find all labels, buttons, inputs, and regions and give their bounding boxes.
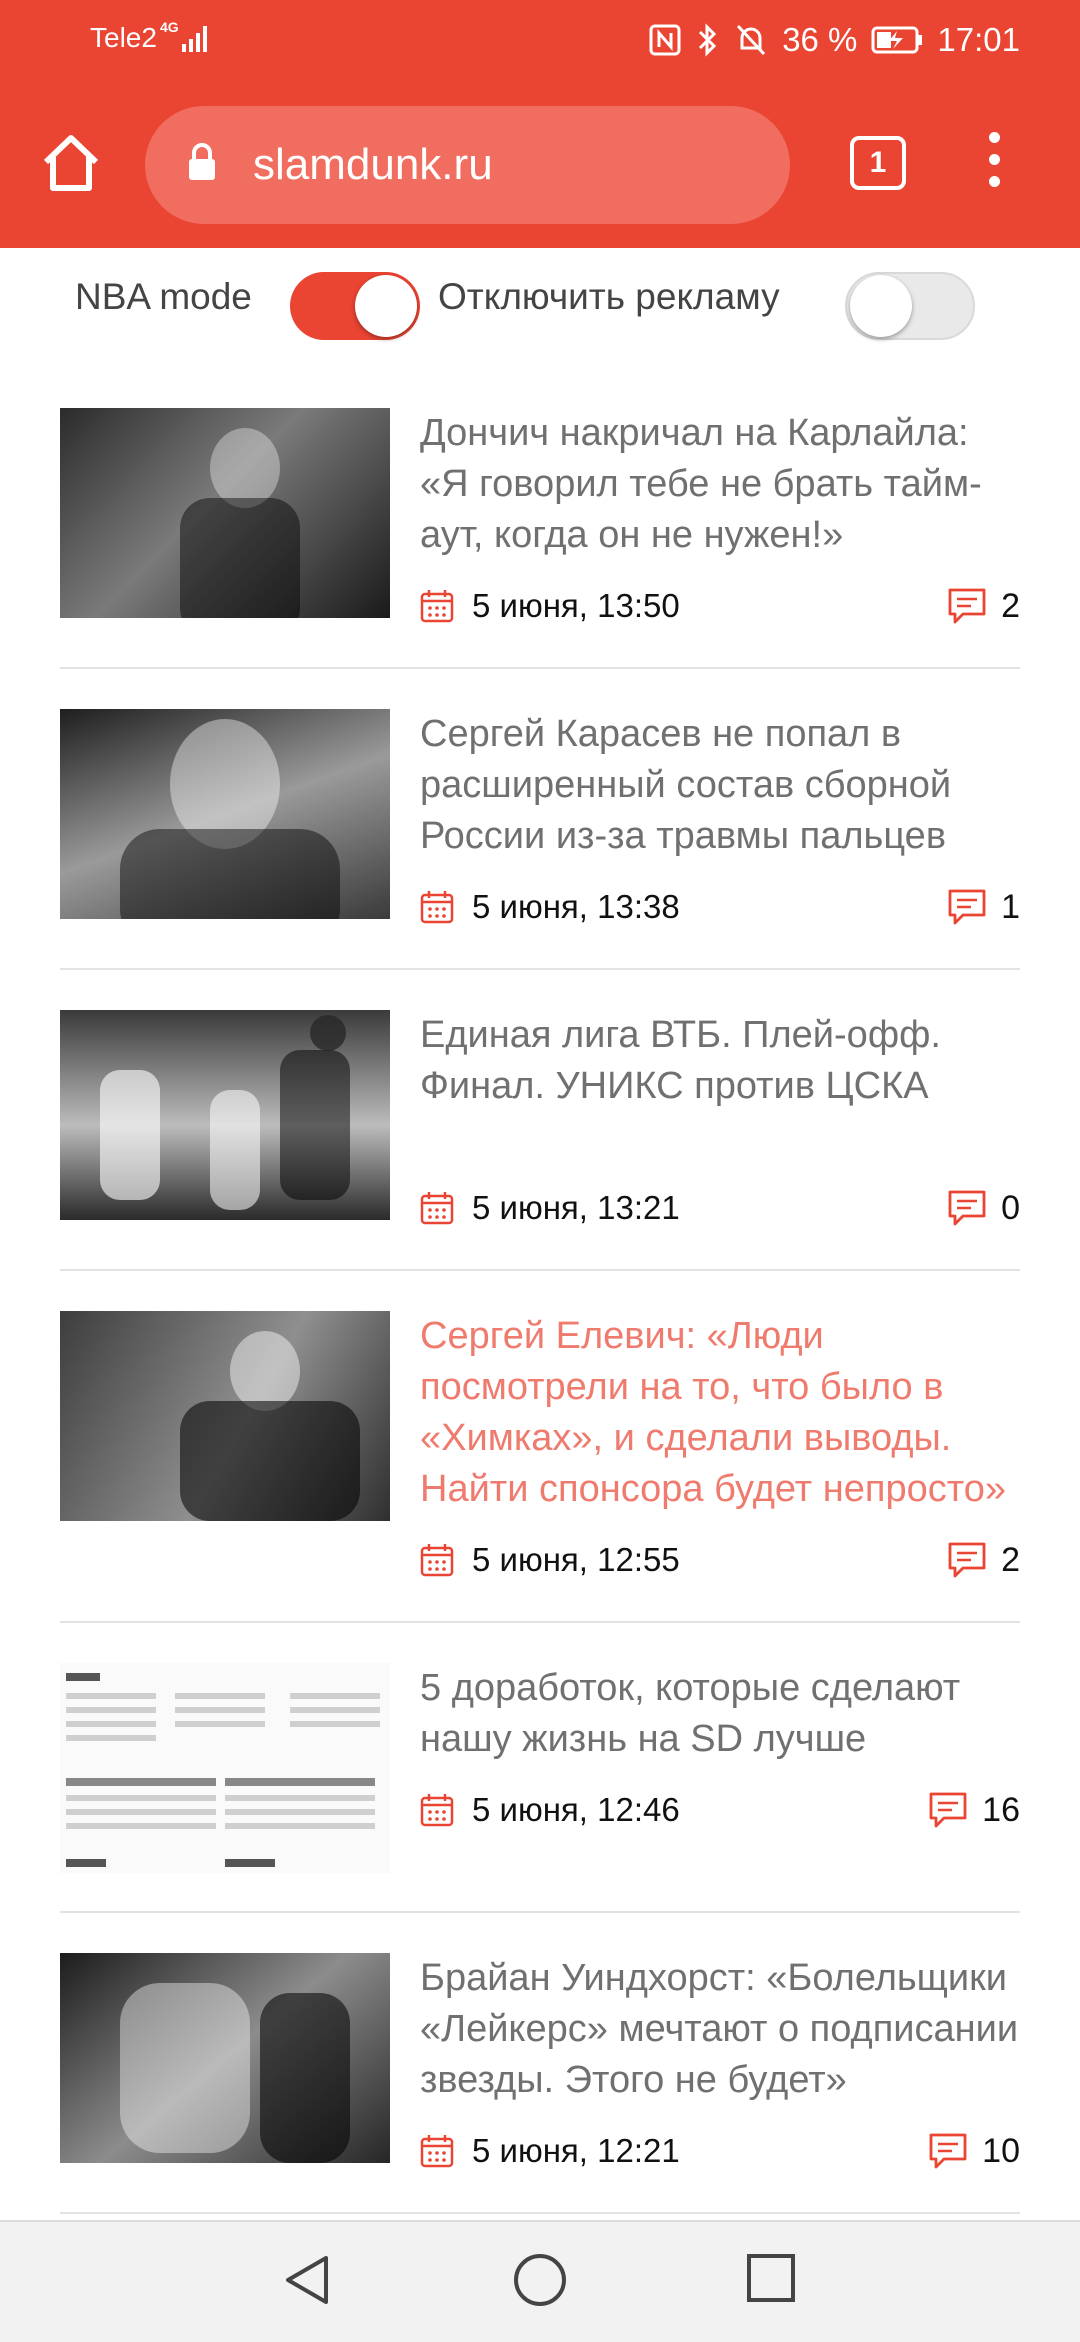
recents-icon[interactable] xyxy=(745,2252,797,2304)
comment-icon xyxy=(948,889,986,925)
battery-percent: 36 % xyxy=(782,21,858,58)
news-thumbnail[interactable] xyxy=(60,408,390,618)
news-thumbnail[interactable] xyxy=(60,1010,390,1220)
system-nav-bar xyxy=(0,2220,1080,2342)
network-type: 4G xyxy=(160,19,179,35)
news-date: 5 июня, 12:46 xyxy=(472,1791,680,1828)
url-bar[interactable]: slamdunk.ru xyxy=(145,106,790,224)
comment-icon xyxy=(948,1542,986,1578)
more-vert-icon[interactable] xyxy=(980,132,1008,202)
calendar-icon xyxy=(420,1794,454,1827)
status-bar: Tele2 4G 36 % 17:01 xyxy=(0,0,1080,80)
comments-link[interactable]: 10 xyxy=(928,2132,1020,2171)
news-thumbnail[interactable] xyxy=(60,1663,390,1873)
news-headline[interactable]: Брайан Уиндхорст: «Болельщики «Лейкерс» … xyxy=(420,1953,1020,2106)
comment-count: 2 xyxy=(1001,586,1020,625)
comment-icon xyxy=(948,588,986,624)
comment-icon xyxy=(948,1190,986,1226)
carrier-name: Tele2 xyxy=(90,22,157,53)
calendar-icon xyxy=(420,2135,454,2168)
battery-charging-icon xyxy=(871,26,923,54)
signal-icon xyxy=(182,26,207,52)
calendar-icon xyxy=(420,1544,454,1577)
news-thumbnail[interactable] xyxy=(60,1953,390,2163)
mute-icon xyxy=(737,24,766,56)
nfc-icon xyxy=(649,24,681,56)
news-item[interactable]: Сергей Карасев не попал в расширенный со… xyxy=(60,669,1020,970)
calendar-icon xyxy=(420,1192,454,1225)
comment-icon xyxy=(929,1792,967,1828)
news-item[interactable]: Дончич накричал на Карлайла: «Я говорил … xyxy=(60,368,1020,669)
news-date: 5 июня, 13:21 xyxy=(472,1189,680,1226)
news-thumbnail[interactable] xyxy=(60,709,390,919)
news-list: Дончич накричал на Карлайла: «Я говорил … xyxy=(60,368,1020,2214)
calendar-icon xyxy=(420,590,454,623)
news-headline[interactable]: Дончич накричал на Карлайла: «Я говорил … xyxy=(420,408,1020,561)
comment-count: 2 xyxy=(1001,1540,1020,1579)
news-item[interactable]: Сергей Елевич: «Люди посмотрели на то, ч… xyxy=(60,1271,1020,1623)
comments-link[interactable]: 1 xyxy=(947,888,1020,927)
news-item[interactable]: 5 доработок, которые сделают нашу жизнь … xyxy=(60,1623,1020,1913)
news-date: 5 июня, 13:50 xyxy=(472,587,680,624)
news-date: 5 июня, 12:55 xyxy=(472,1541,680,1578)
bluetooth-icon xyxy=(699,23,717,57)
ads-toggle-label: Отключить рекламу xyxy=(438,276,780,317)
comment-count: 1 xyxy=(1001,887,1020,926)
comments-link[interactable]: 2 xyxy=(947,1541,1020,1580)
news-date: 5 июня, 12:21 xyxy=(472,2132,680,2169)
news-date: 5 июня, 13:38 xyxy=(472,888,680,925)
news-headline[interactable]: Сергей Елевич: «Люди посмотрели на то, ч… xyxy=(420,1311,1020,1515)
calendar-icon xyxy=(420,891,454,924)
news-thumbnail[interactable] xyxy=(60,1311,390,1521)
browser-toolbar: slamdunk.ru 1 xyxy=(0,80,1080,248)
lock-icon xyxy=(189,143,215,180)
comment-count: 16 xyxy=(982,1790,1020,1829)
comments-link[interactable]: 0 xyxy=(947,1189,1020,1228)
url-text: slamdunk.ru xyxy=(253,140,493,189)
home-icon[interactable] xyxy=(38,130,104,196)
nba-mode-switch[interactable] xyxy=(290,272,420,340)
nba-mode-label: NBA mode xyxy=(75,276,252,317)
news-headline[interactable]: 5 доработок, которые сделают нашу жизнь … xyxy=(420,1663,1020,1765)
ads-switch[interactable] xyxy=(845,272,975,340)
comments-link[interactable]: 2 xyxy=(947,587,1020,626)
news-item[interactable]: Брайан Уиндхорст: «Болельщики «Лейкерс» … xyxy=(60,1913,1020,2214)
home-circle-icon[interactable] xyxy=(512,2252,568,2308)
comment-icon xyxy=(929,2133,967,2169)
news-headline[interactable]: Единая лига ВТБ. Плей-офф. Финал. УНИКС … xyxy=(420,1010,1020,1112)
tabs-icon[interactable]: 1 xyxy=(850,136,906,190)
back-icon[interactable] xyxy=(282,2252,332,2308)
news-item[interactable]: Единая лига ВТБ. Плей-офф. Финал. УНИКС … xyxy=(60,970,1020,1271)
settings-toggles: NBA mode Отключить рекламу xyxy=(0,248,1080,368)
comment-count: 10 xyxy=(982,2131,1020,2170)
comment-count: 0 xyxy=(1001,1188,1020,1227)
news-headline[interactable]: Сергей Карасев не попал в расширенный со… xyxy=(420,709,1020,862)
clock: 17:01 xyxy=(937,21,1020,58)
comments-link[interactable]: 16 xyxy=(928,1791,1020,1830)
